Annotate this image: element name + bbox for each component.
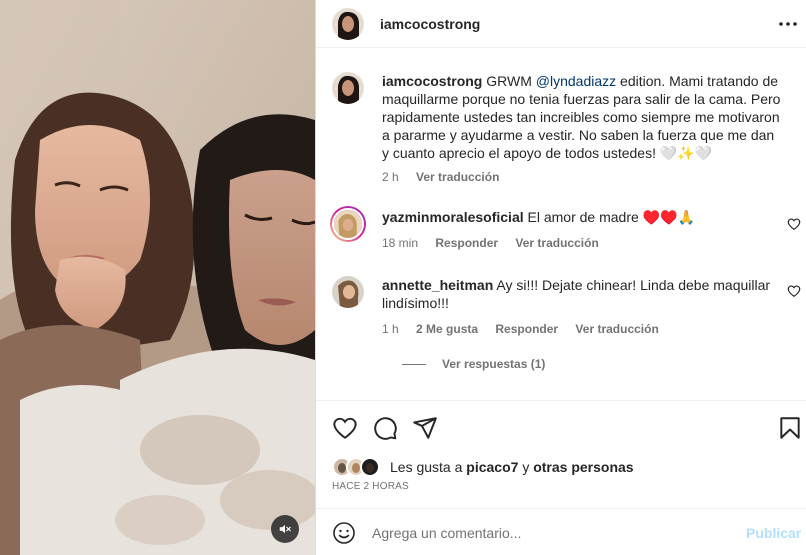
comment-like-button[interactable] bbox=[787, 284, 801, 298]
author-avatar-caption[interactable] bbox=[332, 72, 364, 104]
commenter-avatar[interactable] bbox=[332, 276, 364, 308]
post-side-panel: iamcocostrong iamcocostrong GRWM @lyndad… bbox=[315, 0, 806, 555]
bookmark-icon bbox=[780, 417, 800, 439]
add-comment-bar: Publicar bbox=[316, 508, 806, 555]
caption-text: iamcocostrong GRWM @lyndadiazz edition. … bbox=[382, 72, 782, 162]
comment-reply-link[interactable]: Responder bbox=[495, 322, 558, 336]
liker-avatar bbox=[360, 457, 380, 477]
view-replies-button[interactable]: Ver respuestas (1) bbox=[402, 357, 545, 371]
comment-username[interactable]: yazminmoralesoficial bbox=[382, 209, 524, 225]
post-video[interactable] bbox=[0, 0, 315, 555]
view-replies-label: Ver respuestas (1) bbox=[442, 357, 546, 371]
likes-joiner: y bbox=[522, 459, 530, 475]
share-button[interactable] bbox=[412, 415, 438, 441]
comment-text: annette_heitman Ay si!!! Dejate chinear!… bbox=[382, 276, 782, 312]
comment-bubble-icon bbox=[374, 417, 397, 440]
comment-button[interactable] bbox=[372, 415, 398, 441]
likes-summary: Les gusta a picaco7 y otras personas bbox=[332, 456, 634, 478]
instagram-post-modal: iamcocostrong iamcocostrong GRWM @lyndad… bbox=[0, 0, 806, 555]
commenter-avatar[interactable] bbox=[330, 206, 366, 242]
speaker-muted-icon bbox=[279, 524, 291, 534]
comment-meta: 18 min Responder Ver traducción bbox=[382, 236, 613, 250]
heart-icon bbox=[787, 218, 801, 230]
comment-meta: 1 h 2 Me gusta Responder Ver traducción bbox=[382, 322, 673, 336]
comment-time[interactable]: 1 h bbox=[382, 322, 399, 336]
comment-time[interactable]: 18 min bbox=[382, 236, 418, 250]
comment-text: yazminmoralesoficial El amor de madre ♥️… bbox=[382, 208, 782, 226]
likes-user-link[interactable]: picaco7 bbox=[466, 459, 518, 475]
more-horizontal-icon bbox=[779, 22, 797, 26]
emoji-button[interactable] bbox=[332, 521, 356, 545]
author-username[interactable]: iamcocostrong bbox=[380, 16, 480, 32]
comment-message: El amor de madre ♥️♥️🙏 bbox=[527, 209, 695, 225]
comments-list[interactable]: iamcocostrong GRWM @lyndadiazz edition. … bbox=[316, 60, 806, 400]
heart-icon bbox=[333, 417, 357, 439]
publish-button[interactable]: Publicar bbox=[746, 525, 801, 541]
mute-button[interactable] bbox=[271, 515, 299, 543]
post-timestamp[interactable]: HACE 2 HORAS bbox=[332, 481, 409, 492]
save-button[interactable] bbox=[777, 415, 803, 441]
smiley-icon bbox=[333, 522, 355, 544]
action-bar bbox=[316, 400, 806, 452]
likes-prefix: Les gusta a bbox=[390, 459, 463, 475]
likes-others-link[interactable]: otras personas bbox=[533, 459, 633, 475]
comment-reply-link[interactable]: Responder bbox=[435, 236, 498, 250]
comment-translate-link[interactable]: Ver traducción bbox=[515, 236, 598, 250]
caption-meta: 2 h Ver traducción bbox=[382, 170, 513, 184]
paper-plane-icon bbox=[413, 417, 437, 439]
comment-likes-count[interactable]: 2 Me gusta bbox=[416, 322, 478, 336]
caption-translate-link[interactable]: Ver traducción bbox=[416, 170, 499, 184]
video-frame bbox=[0, 0, 315, 555]
post-header: iamcocostrong bbox=[316, 0, 806, 48]
heart-icon bbox=[787, 285, 801, 297]
caption-mention[interactable]: @lyndadiazz bbox=[536, 73, 616, 89]
comment-translate-link[interactable]: Ver traducción bbox=[575, 322, 658, 336]
caption-prefix: GRWM bbox=[486, 73, 532, 89]
comment-username[interactable]: annette_heitman bbox=[382, 277, 493, 293]
caption-time[interactable]: 2 h bbox=[382, 170, 399, 184]
comment-input[interactable] bbox=[372, 521, 732, 545]
author-avatar[interactable] bbox=[332, 8, 364, 40]
replies-divider bbox=[402, 364, 426, 366]
more-options-button[interactable] bbox=[778, 14, 798, 34]
caption-username[interactable]: iamcocostrong bbox=[382, 73, 482, 89]
comment-like-button[interactable] bbox=[787, 217, 801, 231]
liker-avatars[interactable] bbox=[332, 457, 386, 477]
like-button[interactable] bbox=[332, 415, 358, 441]
